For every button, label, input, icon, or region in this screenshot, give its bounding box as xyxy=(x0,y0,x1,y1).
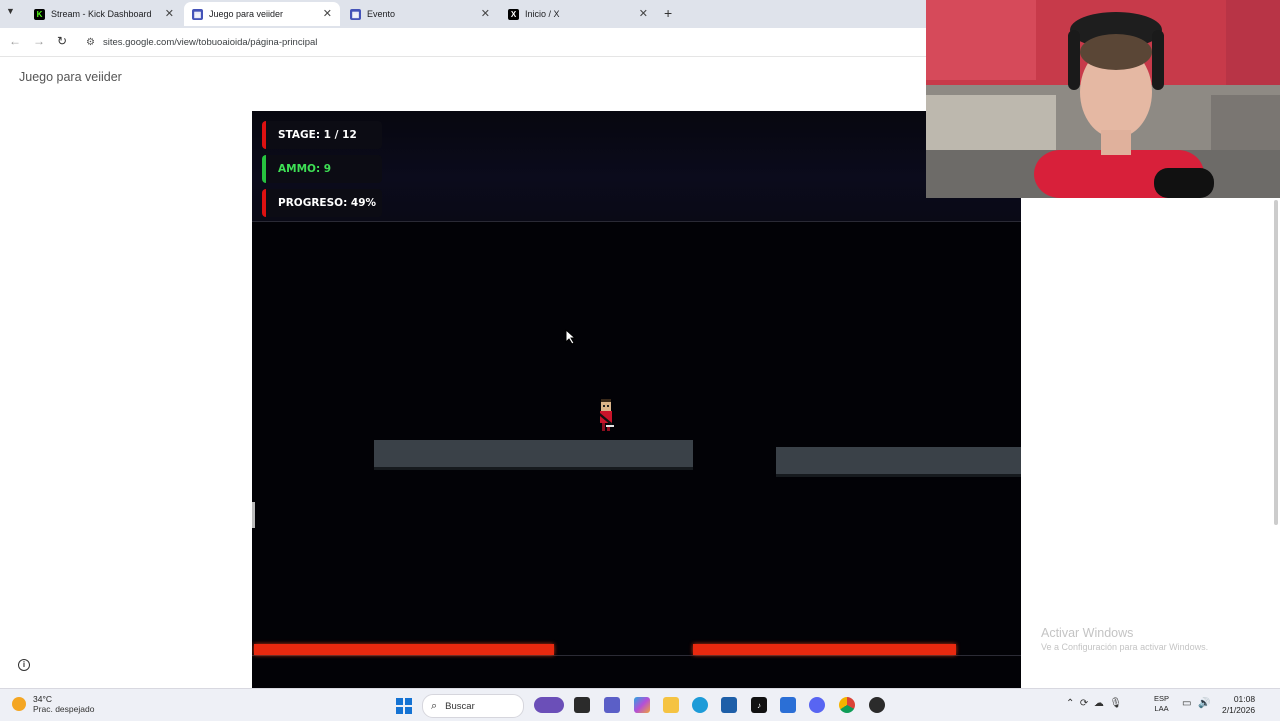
tab-title: Stream - Kick Dashboard xyxy=(51,9,152,19)
system-tray-icons[interactable]: ⌃ ⟳ ☁ 🎙 xyxy=(1066,698,1122,709)
language-code: ESP xyxy=(1154,694,1170,703)
taskbar-search[interactable]: ⌕ Buscar xyxy=(422,694,524,718)
info-icon[interactable]: i xyxy=(18,659,30,671)
weather-description: Prac. despejado xyxy=(33,704,95,714)
back-arrow-icon[interactable]: ← xyxy=(9,34,21,48)
language-indicator[interactable]: ESP LAA xyxy=(1154,694,1169,714)
close-icon[interactable]: ✕ xyxy=(481,7,490,20)
tab-title: Inicio / X xyxy=(525,9,560,19)
x-icon: X xyxy=(508,8,519,20)
windows-start-icon[interactable] xyxy=(396,698,412,714)
progress-counter: PROGRESO: 49% xyxy=(262,189,382,217)
game-canvas[interactable]: STAGE: 1 / 12 AMMO: 9 PROGRESO: 49% xyxy=(252,111,1021,688)
reload-icon[interactable]: ↻ xyxy=(57,34,67,48)
tab-inicio-x[interactable]: X Inicio / X ✕ xyxy=(500,2,656,26)
mouse-cursor-icon xyxy=(565,329,577,345)
tab-search-chevron-icon[interactable]: ▼ xyxy=(6,6,15,16)
tab-kick-dashboard[interactable]: K Stream - Kick Dashboard ✕ xyxy=(26,2,182,26)
search-placeholder: Buscar xyxy=(445,700,475,712)
page-scrollbar[interactable] xyxy=(1274,200,1278,525)
discord-icon[interactable] xyxy=(809,697,825,713)
keyboard-layout: LAA xyxy=(1154,704,1169,713)
player-character xyxy=(598,399,614,433)
lava-hazard xyxy=(254,644,554,655)
task-view-icon[interactable] xyxy=(574,697,590,713)
watermark-title: Activar Windows xyxy=(1041,626,1134,640)
search-icon: ⌕ xyxy=(431,699,438,712)
stage-counter: STAGE: 1 / 12 xyxy=(262,121,382,149)
url-text: sites.google.com/view/tobuoaioida/página… xyxy=(102,36,318,48)
copilot-icon[interactable] xyxy=(634,697,650,713)
forward-arrow-icon[interactable]: → xyxy=(33,34,45,48)
close-icon[interactable]: ✕ xyxy=(165,7,174,20)
tab-title: Juego para veiider xyxy=(209,9,284,19)
site-settings-icon[interactable]: ⚙ xyxy=(86,37,95,48)
tab-title: Evento xyxy=(367,9,396,19)
platform xyxy=(776,447,1021,477)
tiktok-icon[interactable]: ♪ xyxy=(751,697,767,713)
platform xyxy=(374,440,693,470)
file-explorer-icon[interactable] xyxy=(663,697,679,713)
store-icon[interactable] xyxy=(721,697,737,713)
ammo-counter: AMMO: 9 xyxy=(262,155,382,183)
widgets-icon[interactable] xyxy=(534,697,564,713)
google-sites-icon: ▦ xyxy=(192,8,203,20)
new-tab-plus-icon[interactable]: + xyxy=(664,5,672,21)
windows-activation-watermark: Activar Windows Ve a Configuración para … xyxy=(1041,626,1208,652)
edge-icon[interactable] xyxy=(692,697,708,713)
browser-tab-bar: ▼ K Stream - Kick Dashboard ✕ ▦ Juego pa… xyxy=(0,0,926,28)
weather-widget[interactable]: 34°C Prac. despejado xyxy=(12,694,94,714)
taskbar-clock[interactable]: 01:08 2/1/2026 xyxy=(1222,694,1255,716)
clock-date: 2/1/2026 xyxy=(1222,705,1256,715)
tab-evento[interactable]: ▦ Evento ✕ xyxy=(342,2,498,26)
volume-icon[interactable]: 🔊 xyxy=(1198,698,1210,709)
google-sites-icon: ▦ xyxy=(350,8,361,20)
site-title[interactable]: Juego para veiider xyxy=(19,70,122,84)
clock-time: 01:08 xyxy=(1233,694,1256,704)
tab-juego-para-veiider[interactable]: ▦ Juego para veiider ✕ xyxy=(184,2,340,26)
address-bar[interactable]: ⚙ sites.google.com/view/tobuoaioida/pági… xyxy=(78,32,923,52)
webcam-overlay xyxy=(926,0,1280,198)
chrome-icon[interactable] xyxy=(839,697,855,713)
close-icon[interactable]: ✕ xyxy=(323,7,332,20)
photoshop-icon[interactable] xyxy=(780,697,796,713)
floor-line xyxy=(252,655,1021,656)
scroll-handle[interactable] xyxy=(252,502,255,528)
close-icon[interactable]: ✕ xyxy=(639,7,648,20)
network-icon[interactable]: ▭ xyxy=(1182,698,1191,709)
windows-taskbar: 34°C Prac. despejado ⌕ Buscar ♪ ⌃ ⟳ ☁ 🎙 … xyxy=(0,688,1280,721)
watermark-subtitle: Ve a Configuración para activar Windows. xyxy=(1041,642,1209,652)
weather-sun-icon xyxy=(12,697,26,711)
lava-hazard xyxy=(693,644,956,655)
kick-icon: K xyxy=(34,8,45,20)
weather-temperature: 34°C xyxy=(33,694,52,704)
browser-toolbar: ← → ↻ ⚙ sites.google.com/view/tobuoaioid… xyxy=(0,28,926,57)
obs-icon[interactable] xyxy=(869,697,885,713)
teams-icon[interactable] xyxy=(604,697,620,713)
